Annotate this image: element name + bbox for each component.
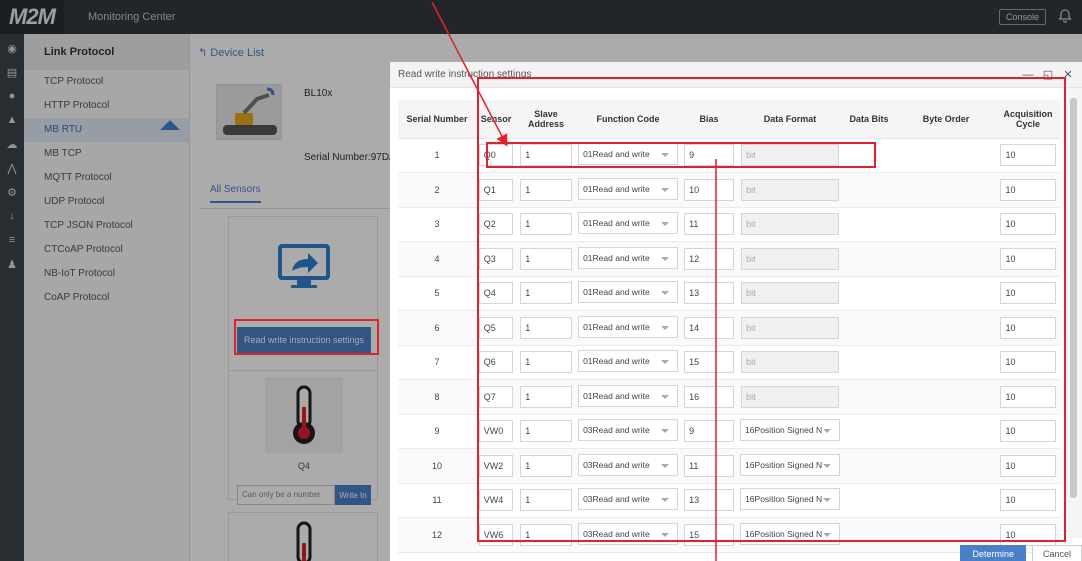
serial-cell: 6 [398,310,476,346]
serial-cell: 9 [398,414,476,449]
dialog-scrollbar[interactable] [1066,88,1082,538]
dialog-footer: Determine Cancel [960,544,1082,561]
serial-cell: 1 [398,138,476,173]
determine-button[interactable]: Determine [960,545,1026,561]
scrollbar-thumb[interactable] [1070,98,1077,498]
column-header: Serial Number [398,100,476,139]
annotation-box-button [234,319,379,355]
annotation-box-row [486,142,876,168]
serial-cell: 3 [398,207,476,242]
serial-cell: 10 [398,448,476,484]
serial-cell: 5 [398,276,476,311]
serial-cell: 7 [398,345,476,380]
serial-cell: 8 [398,379,476,415]
cancel-button[interactable]: Cancel [1031,545,1082,561]
serial-cell: 2 [398,172,476,208]
serial-cell: 4 [398,241,476,277]
serial-cell: 12 [398,517,476,553]
serial-cell: 11 [398,483,476,518]
